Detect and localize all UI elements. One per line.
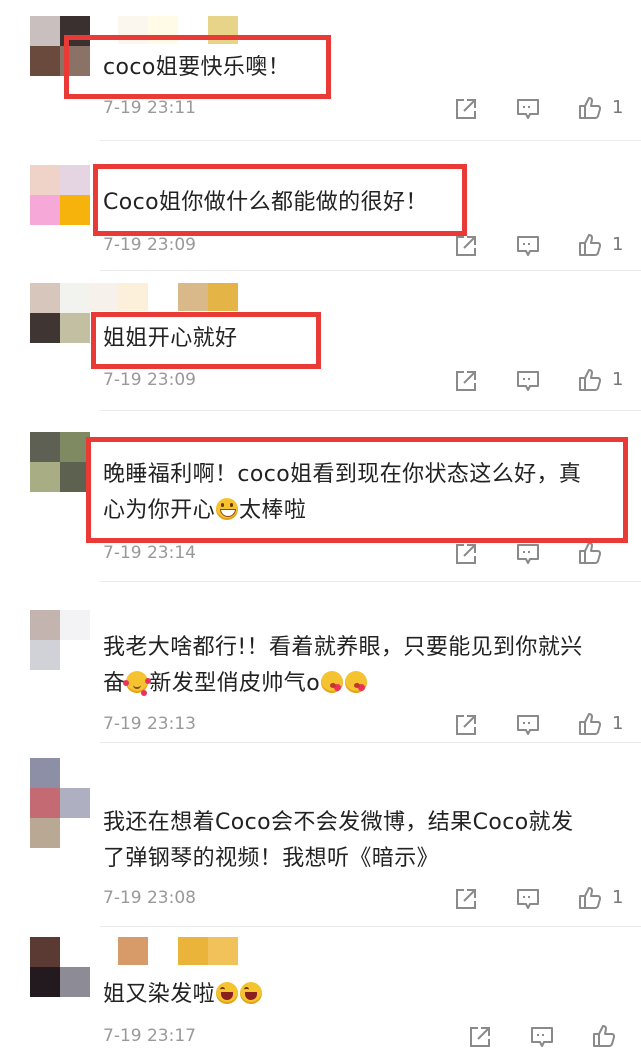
comment-time: 7-19 23:09 <box>103 235 196 255</box>
comment-text: 姐又染发啦 <box>103 977 623 1013</box>
comment-time: 7-19 23:08 <box>103 888 196 908</box>
comment-icon[interactable] <box>529 1024 555 1050</box>
text-segment: 奋 <box>103 671 126 696</box>
comment-text-line: 奋新发型俏皮帅气o <box>103 666 623 702</box>
share-out-icon[interactable] <box>453 368 479 394</box>
share-out-icon[interactable] <box>453 96 479 122</box>
like-count: 1 <box>612 713 624 734</box>
username-blurred[interactable] <box>118 937 238 965</box>
username-blurred[interactable] <box>88 283 238 311</box>
laughing-emoji-icon <box>240 982 263 1004</box>
share-out-icon[interactable] <box>467 1024 493 1050</box>
share-out-icon[interactable] <box>453 712 479 738</box>
comment-text-line: 我还在想着Coco会不会发微博，结果Coco就发 <box>103 810 574 835</box>
highlight-box <box>93 164 467 236</box>
comment-text-line: 了弹钢琴的视频！我想听《暗示》 <box>103 846 440 871</box>
comment-text-line: 心为你开心太棒啦 <box>103 493 623 529</box>
comment-icon[interactable] <box>515 886 541 912</box>
comment-time: 7-19 23:13 <box>103 714 196 734</box>
comment-time: 7-19 23:14 <box>103 543 196 563</box>
share-out-icon[interactable] <box>453 886 479 912</box>
like-count: 1 <box>612 97 624 118</box>
text-segment: 太棒啦 <box>239 498 307 523</box>
comment-text-overlay: 晚睡福利啊！coco姐看到现在你状态这么好，真 心为你开心 太棒啦 <box>103 457 623 529</box>
comment-text-line: 我老大啥都行!！看着就养眼，只要能见到你就兴 <box>103 635 583 660</box>
thumb-up-icon[interactable] <box>577 232 603 258</box>
thumb-up-icon[interactable] <box>577 540 603 566</box>
thumb-up-icon[interactable] <box>577 711 603 737</box>
thumb-up-icon[interactable] <box>577 95 603 121</box>
like-count: 1 <box>612 887 624 908</box>
like-count: 1 <box>612 369 624 390</box>
thumb-up-icon[interactable] <box>577 367 603 393</box>
text-segment: 姐又染发啦 <box>103 982 216 1007</box>
avatar[interactable] <box>30 165 90 225</box>
grin-emoji-icon <box>216 498 239 520</box>
text-segment: 新发型俏皮帅气o <box>149 671 321 696</box>
comment-icon[interactable] <box>515 368 541 394</box>
comment-icon[interactable] <box>515 712 541 738</box>
avatar[interactable] <box>30 432 90 492</box>
comment-text-line: 晚睡福利啊！coco姐看到现在你状态这么好，真 <box>103 462 582 487</box>
share-out-icon[interactable] <box>453 541 479 567</box>
love-face-emoji-icon <box>123 671 149 693</box>
comment-time: 7-19 23:17 <box>103 1026 196 1046</box>
comment-time: 7-19 23:09 <box>103 370 196 390</box>
comment-item: 姐又染发啦 7-19 23:17 <box>0 927 641 1055</box>
avatar[interactable] <box>30 610 90 670</box>
comment-item: 我老大啥都行!！看着就养眼，只要能见到你就兴 奋新发型俏皮帅气o 7-19 23… <box>0 582 641 742</box>
thumb-up-icon[interactable] <box>591 1023 617 1049</box>
laughing-emoji-icon <box>216 982 239 1004</box>
thumb-up-icon[interactable] <box>577 885 603 911</box>
comment-icon[interactable] <box>515 96 541 122</box>
comment-icon[interactable] <box>515 541 541 567</box>
comment-time: 7-19 23:11 <box>103 98 196 118</box>
comment-text: 我还在想着Coco会不会发微博，结果Coco就发 了弹钢琴的视频！我想听《暗示》 <box>103 805 623 877</box>
comment-text: 我老大啥都行!！看着就养眼，只要能见到你就兴 奋新发型俏皮帅气o <box>103 630 623 702</box>
highlight-box <box>91 312 321 369</box>
avatar[interactable] <box>30 283 90 343</box>
avatar[interactable] <box>30 937 90 997</box>
comment-item: 我还在想着Coco会不会发微博，结果Coco就发 了弹钢琴的视频！我想听《暗示》… <box>0 743 641 926</box>
kiss-emoji-icon <box>345 671 368 693</box>
like-count: 1 <box>612 234 624 255</box>
text-segment: 心为你开心 <box>103 498 216 523</box>
highlight-box <box>64 35 331 99</box>
kiss-emoji-icon <box>321 671 344 693</box>
share-out-icon[interactable] <box>453 233 479 259</box>
avatar[interactable] <box>30 758 90 848</box>
comment-icon[interactable] <box>515 233 541 259</box>
